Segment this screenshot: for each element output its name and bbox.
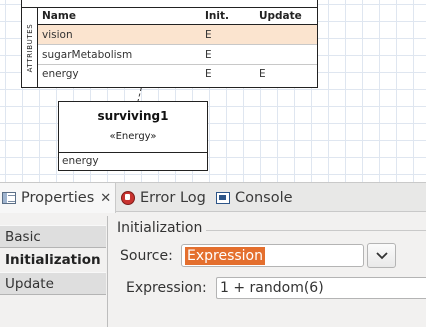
attributes-label: ATTRIBUTES <box>25 23 34 72</box>
attribute-name: energy <box>42 67 79 80</box>
attributes-table-header: Name Init. Update <box>38 8 317 25</box>
tab-console[interactable]: Console <box>216 183 293 213</box>
properties-panel: Properties ✕ Error Log Console Basic Ini… <box>0 182 426 327</box>
state-stereotype: «Energy» <box>109 131 157 142</box>
attribute-init: E <box>205 67 212 80</box>
column-header-init: Init. <box>205 10 229 22</box>
properties-section-tabs: Basic Initialization Update <box>0 216 107 327</box>
section-tab-update[interactable]: Update <box>0 272 106 295</box>
attribute-init: E <box>205 48 212 61</box>
diagram-canvas[interactable]: ATTRIBUTES Name Init. Update vision E su… <box>0 0 426 182</box>
tab-properties-label: Properties <box>21 190 95 206</box>
section-tab-initialization[interactable]: Initialization <box>0 248 106 271</box>
tab-console-label: Console <box>235 190 293 206</box>
state-title: surviving1 <box>97 109 169 123</box>
attribute-row-sugarmetabolism[interactable]: sugarMetabolism E <box>38 45 317 65</box>
state-attributes-compartment: energy <box>59 152 207 170</box>
error-log-icon <box>121 191 135 205</box>
tab-properties[interactable]: Properties ✕ <box>0 183 116 213</box>
tab-error-log-label: Error Log <box>140 190 206 206</box>
section-tab-basic[interactable]: Basic <box>0 225 106 248</box>
attribute-init: E <box>205 28 212 41</box>
chevron-down-icon <box>375 251 388 259</box>
attribute-row-energy[interactable]: energy E E <box>38 65 317 82</box>
source-select-value: Expression <box>185 247 265 265</box>
diagram-connector[interactable] <box>137 88 142 102</box>
attributes-compartment-label: ATTRIBUTES <box>22 8 38 87</box>
expression-field[interactable]: 1 + random(6) <box>216 277 426 299</box>
agent-attributes-box[interactable]: ATTRIBUTES Name Init. Update vision E su… <box>21 0 318 88</box>
attribute-name: vision <box>42 28 73 41</box>
close-icon[interactable]: ✕ <box>100 191 111 206</box>
column-header-name: Name <box>42 10 76 22</box>
tab-error-log[interactable]: Error Log <box>121 183 206 213</box>
attribute-update: E <box>259 67 266 80</box>
column-header-update: Update <box>259 10 302 22</box>
source-label: Source: <box>120 248 173 264</box>
attribute-row-vision[interactable]: vision E <box>38 25 317 45</box>
view-tab-bar: Properties ✕ Error Log Console <box>0 182 426 213</box>
section-divider <box>107 216 108 327</box>
attributes-table: Name Init. Update vision E sugarMetaboli… <box>38 8 317 82</box>
state-surviving1-box[interactable]: surviving1 «Energy» energy <box>58 101 208 171</box>
expression-label: Expression: <box>126 280 207 296</box>
console-icon <box>216 192 230 204</box>
source-dropdown-button[interactable] <box>367 243 396 268</box>
properties-icon <box>2 192 16 204</box>
attribute-name: sugarMetabolism <box>42 48 133 61</box>
source-select[interactable]: Expression <box>181 244 364 267</box>
section-title: Initialization <box>117 220 203 236</box>
section-title-rule <box>206 230 426 231</box>
state-attribute: energy <box>62 155 99 167</box>
